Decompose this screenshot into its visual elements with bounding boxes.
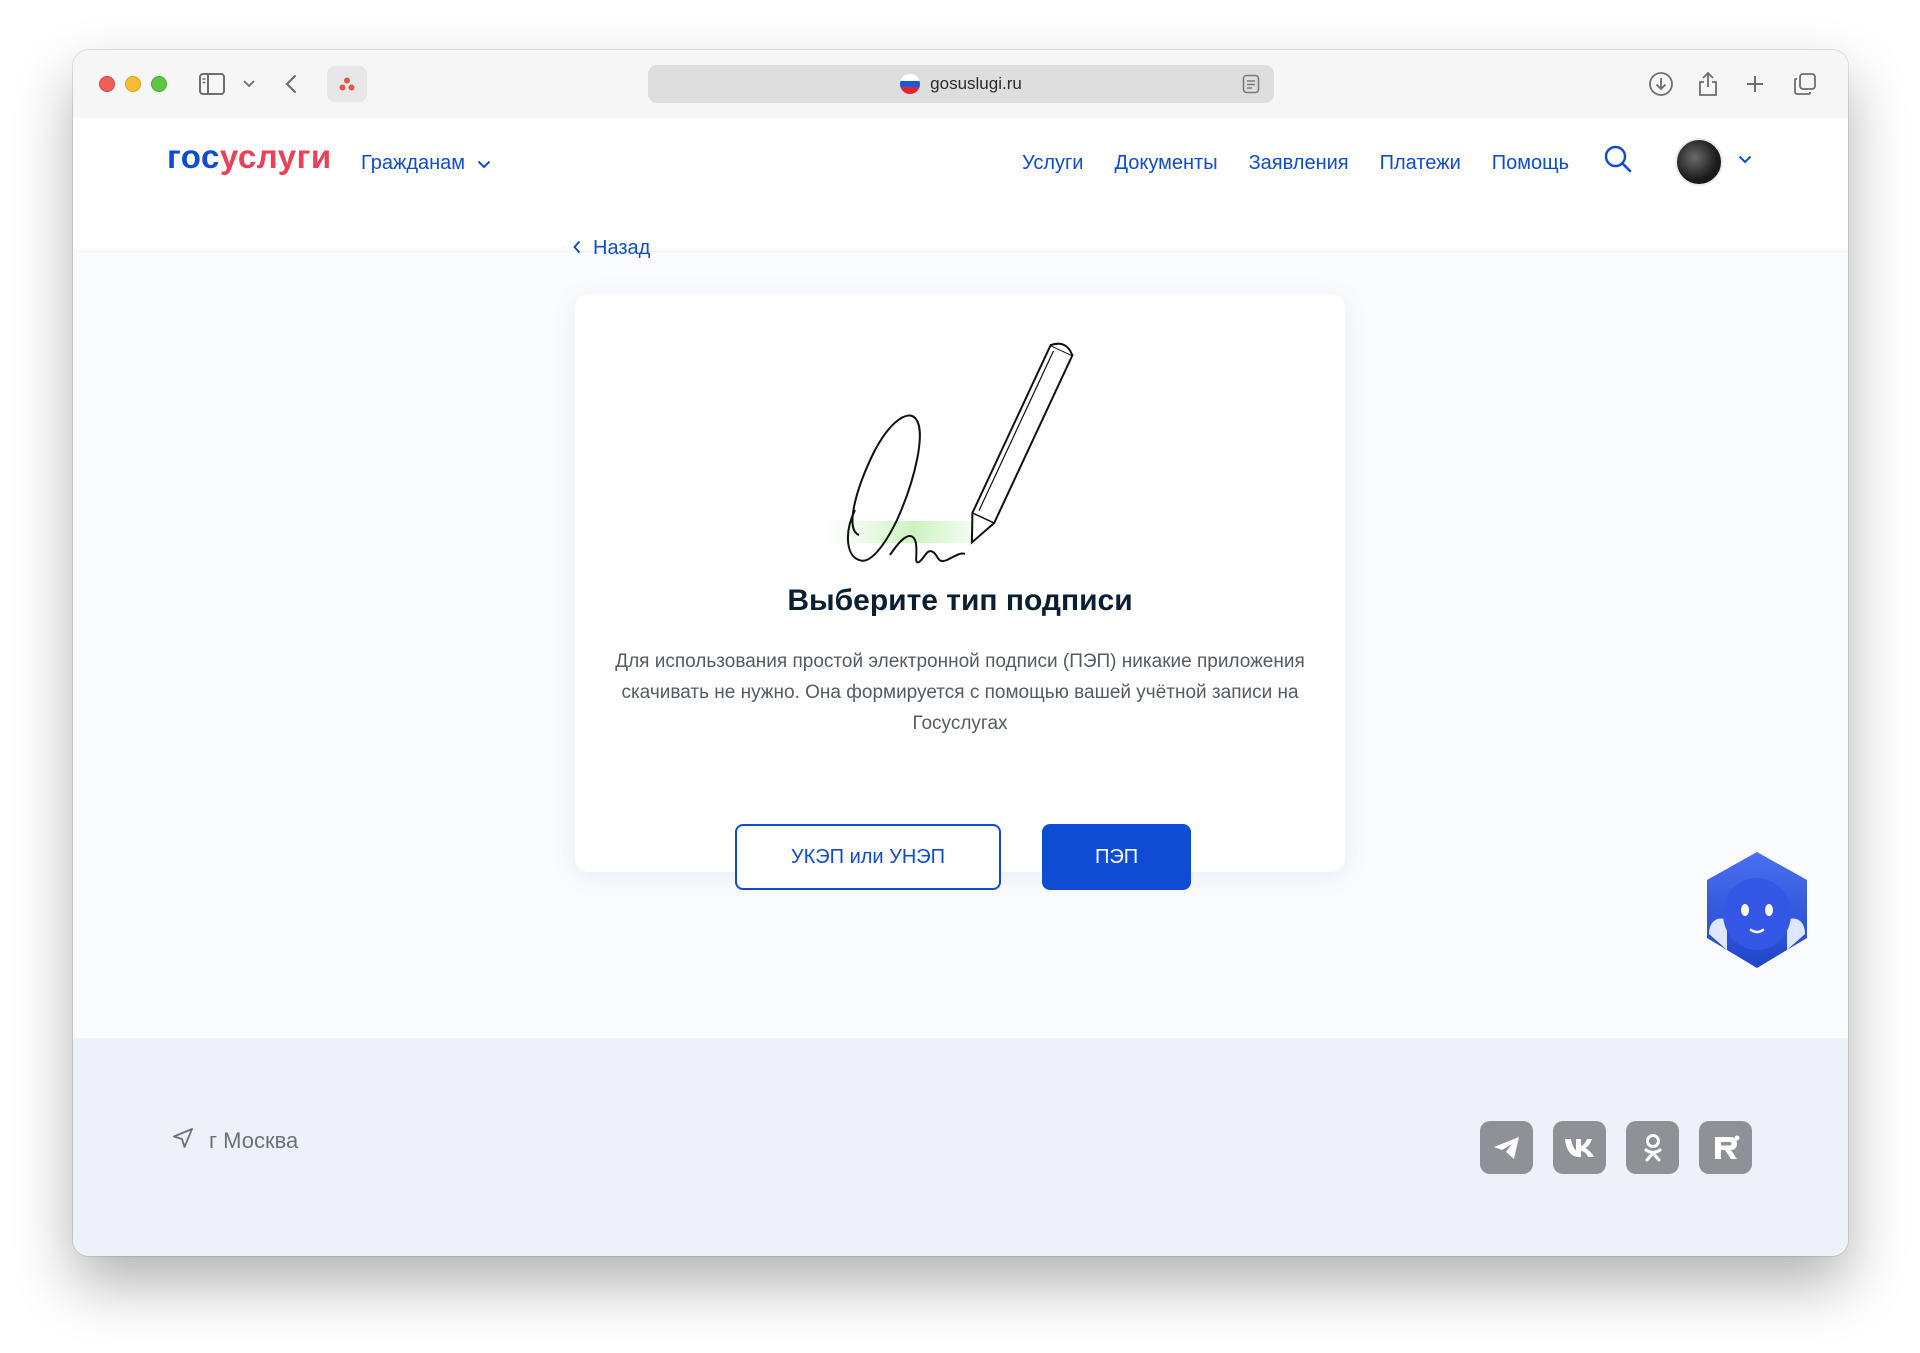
share-icon[interactable] (1697, 70, 1719, 98)
nav-payments[interactable]: Платежи (1380, 152, 1461, 175)
location-arrow-icon (171, 1126, 195, 1156)
ukep-unep-button[interactable]: УКЭП или УНЭП (735, 824, 1001, 890)
avatar[interactable] (1675, 138, 1723, 186)
site-footer: г Москва (73, 1038, 1848, 1256)
assistant-robot-icon[interactable] (1701, 850, 1813, 975)
chevron-down-icon (477, 152, 491, 175)
gosuslugi-logo[interactable]: госуслуги (167, 138, 332, 176)
nav-help[interactable]: Помощь (1492, 152, 1569, 175)
logo-part-gos: гос (167, 138, 220, 175)
minimize-window-button[interactable] (125, 76, 141, 92)
signature-type-card: Выберите тип подписи Для использования п… (575, 294, 1345, 890)
sidebar-toggle-icon[interactable] (199, 70, 225, 98)
close-window-button[interactable] (99, 76, 115, 92)
location-label: г Москва (209, 1128, 299, 1153)
logo-part-uslugi: услуги (219, 138, 332, 175)
audience-selector[interactable]: Гражданам (361, 152, 491, 175)
reader-mode-icon[interactable] (1242, 74, 1260, 99)
download-icon[interactable] (1648, 70, 1674, 98)
nav-applications[interactable]: Заявления (1249, 152, 1349, 175)
rutube-icon[interactable] (1699, 1121, 1752, 1174)
site-header: госуслуги Гражданам Услуги Документы Зая… (73, 118, 1848, 252)
extension-icon[interactable] (327, 66, 367, 102)
back-link[interactable]: Назад (573, 237, 650, 260)
chevron-down-icon[interactable] (243, 70, 255, 98)
vk-icon[interactable] (1553, 1121, 1606, 1174)
audience-label: Гражданам (361, 152, 466, 174)
tab-overview-icon[interactable] (1793, 70, 1817, 98)
nav-services[interactable]: Услуги (1022, 152, 1084, 175)
main-nav: Услуги Документы Заявления Платежи Помощ… (1022, 152, 1569, 175)
chevron-left-icon (573, 237, 581, 260)
back-nav-icon[interactable] (285, 70, 297, 98)
maximize-window-button[interactable] (151, 76, 167, 92)
search-icon[interactable] (1603, 144, 1633, 179)
card-title: Выберите тип подписи (787, 584, 1133, 617)
social-links (1480, 1121, 1752, 1174)
card-description: Для использования простой электронной по… (615, 651, 1305, 734)
browser-window: gosuslugi.ru госуслуги Гражданам Услуги … (73, 50, 1848, 1256)
signature-pen-illustration (815, 330, 1105, 585)
location-selector[interactable]: г Москва (171, 1126, 298, 1156)
browser-toolbar: gosuslugi.ru (73, 50, 1848, 118)
nav-documents[interactable]: Документы (1114, 152, 1217, 175)
russia-flag-icon (900, 74, 921, 94)
chevron-down-icon[interactable] (1738, 151, 1752, 169)
new-tab-icon[interactable] (1745, 70, 1765, 98)
address-bar[interactable]: gosuslugi.ru (648, 65, 1274, 103)
url-text: gosuslugi.ru (930, 74, 1022, 93)
odnoklassniki-icon[interactable] (1626, 1121, 1679, 1174)
back-label: Назад (593, 237, 651, 259)
pep-button[interactable]: ПЭП (1042, 824, 1191, 890)
telegram-icon[interactable] (1480, 1121, 1533, 1174)
